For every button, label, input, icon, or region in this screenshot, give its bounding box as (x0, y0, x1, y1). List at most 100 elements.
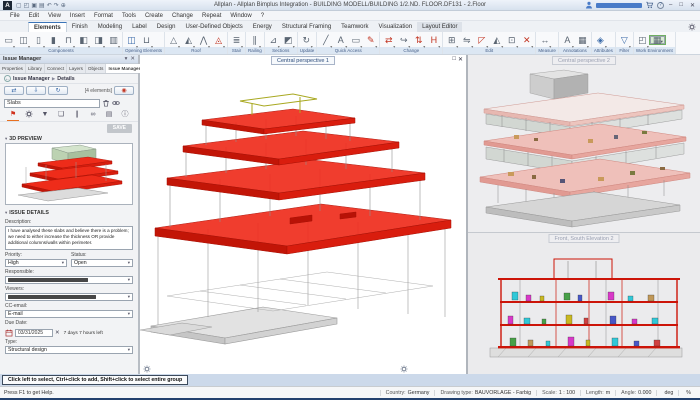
menu-view[interactable]: View (44, 13, 65, 19)
type-select[interactable]: Structural design ▾ (5, 346, 133, 354)
viewport-front-south-elevation-2[interactable]: Front, South Elevation 2 (468, 233, 700, 374)
tab-layout-editor[interactable]: Layout Editor (417, 22, 462, 32)
comments-tab-icon[interactable]: ❏ (53, 109, 69, 121)
palette-tab-properties[interactable]: Properties (0, 64, 26, 73)
help-icon[interactable]: ? (657, 2, 664, 9)
palette-tab-objects[interactable]: Objects (86, 64, 107, 73)
tab-finish[interactable]: Finish (67, 22, 93, 32)
description-textarea[interactable]: I have analysed these slabs and believe … (5, 226, 133, 250)
maximize-button[interactable]: □ (677, 2, 685, 8)
print-icon[interactable]: ▤ (39, 2, 45, 9)
measure-icon[interactable]: ↔ ▾ (537, 33, 552, 47)
calendar-icon[interactable] (5, 329, 13, 337)
move-icon[interactable]: ⇋ ▾ (459, 33, 474, 47)
viewport-restore-icon[interactable]: □ (452, 56, 456, 63)
details-section-header[interactable]: ▾ ISSUE DETAILS (0, 208, 138, 217)
menu-file[interactable]: File (6, 13, 24, 19)
filter-tab-icon[interactable]: ▼ (37, 109, 53, 121)
roof-covering-icon[interactable]: ◭ ▾ (181, 33, 196, 47)
info-tab-icon[interactable]: ⓘ (117, 109, 133, 121)
text-icon[interactable]: A ▾ (333, 33, 348, 47)
slab-icon[interactable]: ◧ ▾ (76, 33, 91, 47)
profile-wall-icon[interactable]: ◫ ▾ (16, 33, 31, 47)
roof-frame-icon[interactable]: △ ▾ (166, 33, 181, 47)
resize-icon[interactable]: ⊡ ▾ (504, 33, 519, 47)
viewers-select[interactable]: ▾ (5, 293, 133, 301)
tab-structural-framing[interactable]: Structural Framing (277, 22, 336, 32)
status-field[interactable]: Country: Germany (380, 390, 435, 396)
settings-tab-icon[interactable] (21, 109, 37, 121)
mirror-icon[interactable]: ◭ ▾ (489, 33, 504, 47)
attributes-icon[interactable]: ◈ ▾ (593, 33, 608, 47)
repeat-icon[interactable]: ⊕ (61, 2, 66, 9)
filter-funnel-icon[interactable]: ▽ ▾ (617, 33, 632, 47)
palette-tab-connect[interactable]: Connect (45, 64, 67, 73)
convert-icon[interactable]: ⇅ ▾ (411, 33, 426, 47)
wall-icon[interactable]: ▭ ▾ (1, 33, 16, 47)
user-account-icon[interactable] (585, 1, 593, 9)
links-tab-icon[interactable]: ∞ (85, 109, 101, 121)
dormer-icon[interactable]: ⋀ ▾ (196, 33, 211, 47)
stair-icon[interactable]: ≣ ▾ (229, 33, 244, 47)
skylight-icon[interactable]: ◬ ▾ (211, 33, 226, 47)
panel-pin-icon[interactable]: ▾ (125, 56, 128, 62)
status-field[interactable]: Drawing type: BAUVORLAGE - Farbig (434, 390, 536, 396)
status-field[interactable]: % (678, 390, 696, 396)
view-settings-gear-icon[interactable] (143, 365, 151, 373)
palette-tab-library[interactable]: Library (26, 64, 45, 73)
documents-tab-icon[interactable]: ▤ (101, 109, 117, 121)
breadcrumb-root[interactable]: Issue Manager (13, 76, 50, 82)
plan-view-icon[interactable]: ◰ ▾ (635, 33, 650, 47)
view-settings-gear-icon[interactable] (400, 365, 408, 373)
menu-edit[interactable]: Edit (25, 13, 43, 19)
cc-email-select[interactable]: E-mail ▾ (5, 310, 133, 318)
tab-visualization[interactable]: Visualization (374, 22, 418, 32)
menu-help[interactable]: ? (257, 13, 268, 19)
door-icon[interactable]: ⊔ ▾ (139, 33, 154, 47)
menu-format[interactable]: Format (90, 13, 117, 19)
3d-preview-thumbnail[interactable] (5, 143, 133, 205)
close-button[interactable]: ✕ (688, 2, 697, 9)
copy-icon[interactable]: ⊞ ▾ (444, 33, 459, 47)
tab-energy[interactable]: Energy (248, 22, 277, 32)
shop-cart-icon[interactable] (645, 1, 654, 9)
pin-tab-icon[interactable]: ⚑ (5, 109, 21, 121)
join-walls-icon[interactable]: ↪ ▾ (396, 33, 411, 47)
column-icon[interactable]: ▯ ▾ (31, 33, 46, 47)
tab-elements[interactable]: Elements (28, 22, 67, 32)
issue-filter-input[interactable] (4, 99, 100, 108)
delete-issue-trash-icon[interactable] (102, 99, 110, 107)
viewport-close-icon[interactable]: ✕ (458, 56, 463, 63)
menu-insert[interactable]: Insert (66, 13, 89, 19)
status-select[interactable]: Open ▾ (71, 259, 133, 267)
window-icon[interactable]: ◫ ▾ (124, 33, 139, 47)
pen-icon[interactable]: ✎ ▾ (363, 33, 378, 47)
height-icon[interactable]: H ▾ (426, 33, 441, 47)
line-icon[interactable]: ╱ ▾ (318, 33, 333, 47)
clear-date-icon[interactable]: ✕ (55, 330, 60, 336)
menu-window[interactable]: Window (226, 13, 255, 19)
menu-repeat[interactable]: Repeat (198, 13, 225, 19)
viewport-central-perspective-1[interactable]: Central perspective 1 □ ✕ (140, 55, 468, 374)
rotate-icon[interactable]: ◸ ▾ (474, 33, 489, 47)
section-icon[interactable]: ⊿ ▾ (266, 33, 281, 47)
viewport-title-tab[interactable]: Central perspective 2 (552, 56, 616, 65)
back-icon[interactable]: ← (4, 75, 11, 82)
panel-close-icon[interactable]: ✕ (130, 56, 135, 62)
status-field[interactable]: deg (656, 390, 678, 396)
redo-icon[interactable]: ↷ (54, 2, 59, 9)
workspace-icon[interactable]: ▦ ▾ (650, 36, 665, 44)
undo-icon[interactable]: ↶ (47, 2, 52, 9)
palette-tab-issue-manager[interactable]: Issue Manager (106, 64, 143, 73)
viewport-title-tab[interactable]: Central perspective 1 (271, 56, 335, 65)
dimension-icon[interactable]: ▦ ▾ (575, 33, 590, 47)
menu-change[interactable]: Change (168, 13, 197, 19)
link-issue-icon[interactable] (112, 99, 120, 107)
bimplus-button[interactable]: ◉ (114, 86, 134, 95)
delete-icon[interactable]: ✕ ▾ (519, 33, 534, 47)
status-field[interactable]: Angle: 0.000 (615, 390, 656, 396)
upstand-icon[interactable]: ▥ ▾ (106, 33, 121, 47)
downstand-beam-icon[interactable]: ⊓ ▾ (61, 33, 76, 47)
new-file-icon[interactable]: ▢ (16, 2, 22, 9)
responsible-select[interactable]: ▾ (5, 276, 133, 284)
